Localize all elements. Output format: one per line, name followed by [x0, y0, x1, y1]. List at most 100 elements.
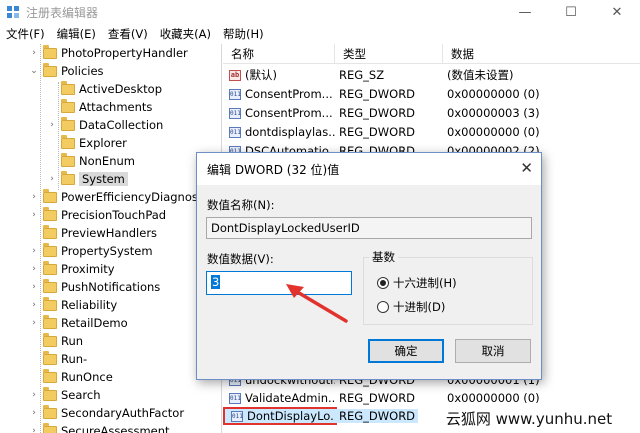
tree-item[interactable]: › DataCollection — [46, 116, 163, 134]
folder-icon — [43, 296, 57, 311]
folder-icon — [61, 80, 75, 95]
chevron-right-icon[interactable]: › — [28, 246, 40, 256]
tree-item[interactable]: › PushNotifications — [28, 278, 160, 296]
folder-icon — [61, 170, 75, 185]
tree-item[interactable]: › PrecisionTouchPad — [28, 206, 166, 224]
maximize-button[interactable]: ☐ — [548, 0, 594, 24]
tree-item-label: SecondaryAuthFactor — [61, 406, 185, 420]
folder-icon — [43, 224, 57, 239]
radio-dec[interactable]: 十进制(D) — [377, 299, 445, 315]
menu-edit[interactable]: 编辑(E) — [51, 26, 102, 42]
folder-icon — [43, 278, 57, 293]
close-button[interactable]: ✕ — [594, 0, 640, 24]
chevron-right-icon[interactable]: › — [28, 300, 40, 310]
dialog-body: 数值名称(N): DontDisplayLockedUserID 数值数据(V)… — [197, 185, 541, 379]
tree-item-label: SecureAssessment — [61, 424, 170, 433]
tree-item[interactable]: › SecureAssessment — [28, 422, 170, 433]
tree-item[interactable]: Run — [28, 332, 83, 350]
folder-icon — [43, 260, 57, 275]
radio-dec-icon — [377, 301, 389, 313]
ok-button[interactable]: 确定 — [368, 339, 444, 363]
dialog-close-icon[interactable]: ✕ — [520, 159, 533, 177]
folder-icon — [43, 44, 57, 59]
value-name: ValidateAdmin... — [245, 391, 335, 405]
tree-item-label: NonEnum — [79, 154, 135, 168]
value-row[interactable]: 011 dontdisplaylas... REG_DWORD 0x00000000 … — [223, 123, 633, 141]
tree-item-label: RunOnce — [61, 370, 113, 384]
value-data-label: 数值数据(V): — [207, 252, 274, 266]
radio-dec-label: 十进制(D) — [393, 300, 446, 314]
registry-tree[interactable]: › PhotoPropertyHandler ⌄ Policies ActiveDesk… — [0, 44, 222, 433]
annotation-arrow-icon — [286, 284, 348, 323]
chevron-right-icon[interactable]: › — [28, 264, 40, 274]
tree-item-label: PowerEfficiencyDiagnostic — [61, 190, 212, 204]
tree-item-label: PropertySystem — [61, 244, 153, 258]
tree-item[interactable]: › Search — [28, 386, 101, 404]
tree-item[interactable]: RunOnce — [28, 368, 113, 386]
column-type[interactable]: 类型 — [335, 44, 443, 63]
value-data-text: 3 — [211, 275, 221, 289]
tree-item[interactable]: › SecondaryAuthFactor — [28, 404, 184, 422]
reg-dword-icon: 011 — [229, 126, 241, 138]
column-name[interactable]: 名称 — [223, 44, 335, 63]
tree-item[interactable]: › PropertySystem — [28, 242, 153, 260]
value-data: (数值未设置) — [447, 68, 514, 82]
chevron-right-icon[interactable]: › — [46, 120, 58, 130]
folder-icon — [61, 152, 75, 167]
menu-view[interactable]: 查看(V) — [102, 26, 154, 42]
tree-item-label: PhotoPropertyHandler — [61, 46, 188, 60]
chevron-right-icon[interactable]: › — [46, 174, 58, 184]
tree-item[interactable]: Attachments — [46, 98, 152, 116]
chevron-right-icon[interactable]: › — [28, 426, 40, 433]
value-type: REG_DWORD — [339, 125, 416, 139]
radio-hex-label: 十六进制(H) — [393, 276, 457, 290]
menu-help[interactable]: 帮助(H) — [217, 26, 270, 42]
chevron-right-icon[interactable]: › — [28, 192, 40, 202]
tree-item[interactable]: ⌄ Policies — [28, 62, 104, 80]
tree-item[interactable]: PreviewHandlers — [28, 224, 157, 242]
value-data: 0x00000003 (3) — [447, 106, 540, 120]
value-type: REG_DWORD — [339, 106, 416, 120]
column-data[interactable]: 数据 — [443, 44, 640, 63]
folder-icon — [61, 98, 75, 113]
chevron-right-icon[interactable]: › — [28, 318, 40, 328]
chevron-down-icon[interactable]: ⌄ — [28, 66, 40, 76]
watermark: 云狐网 www.yunhu.net — [418, 403, 640, 433]
minimize-button[interactable]: — — [502, 0, 548, 24]
chevron-right-icon[interactable]: › — [28, 408, 40, 418]
tree-item-label: Policies — [61, 64, 104, 78]
tree-item-label: Proximity — [61, 262, 115, 276]
tree-item-label: PreviewHandlers — [61, 226, 158, 240]
tree-item[interactable]: › System — [46, 170, 128, 188]
value-name-field[interactable]: DontDisplayLockedUserID — [206, 217, 532, 239]
menu-file[interactable]: 文件(F) — [0, 26, 51, 42]
chevron-right-icon[interactable]: › — [28, 210, 40, 220]
menu-favorites[interactable]: 收藏夹(A) — [154, 26, 217, 42]
reg-dword-icon: 011 — [231, 410, 243, 422]
folder-icon — [43, 350, 57, 365]
tree-item[interactable]: Run- — [28, 350, 87, 368]
reg-dword-icon: 011 — [229, 392, 241, 404]
tree-item[interactable]: › PhotoPropertyHandler — [28, 44, 188, 62]
tree-item[interactable]: › PowerEfficiencyDiagnostic — [28, 188, 212, 206]
tree-item[interactable]: NonEnum — [46, 152, 135, 170]
radio-hex-icon — [377, 277, 389, 289]
tree-item[interactable]: Explorer — [46, 134, 127, 152]
tree-item-label: System — [79, 172, 128, 186]
value-row[interactable]: ab (默认) REG_SZ (数值未设置) — [223, 66, 633, 84]
value-name: dontdisplaylas... — [245, 125, 335, 139]
reg-dword-icon: 011 — [229, 88, 241, 100]
cancel-button[interactable]: 取消 — [455, 339, 531, 363]
tree-item[interactable]: › Reliability — [28, 296, 117, 314]
chevron-right-icon[interactable]: › — [28, 48, 40, 58]
value-row[interactable]: 011 ConsentProm... REG_DWORD 0x00000003 (3) — [223, 104, 633, 122]
tree-item[interactable]: › RetailDemo — [28, 314, 128, 332]
chevron-right-icon[interactable]: › — [28, 390, 40, 400]
radio-hex[interactable]: 十六进制(H) — [377, 275, 457, 291]
tree-item[interactable]: › Proximity — [28, 260, 115, 278]
tree-item[interactable]: ActiveDesktop — [46, 80, 162, 98]
value-row[interactable]: 011 ConsentProm... REG_DWORD 0x00000000 (0) — [223, 85, 633, 103]
chevron-right-icon[interactable]: › — [28, 282, 40, 292]
tree-item-label: Run — [61, 334, 84, 348]
folder-icon — [43, 422, 57, 433]
